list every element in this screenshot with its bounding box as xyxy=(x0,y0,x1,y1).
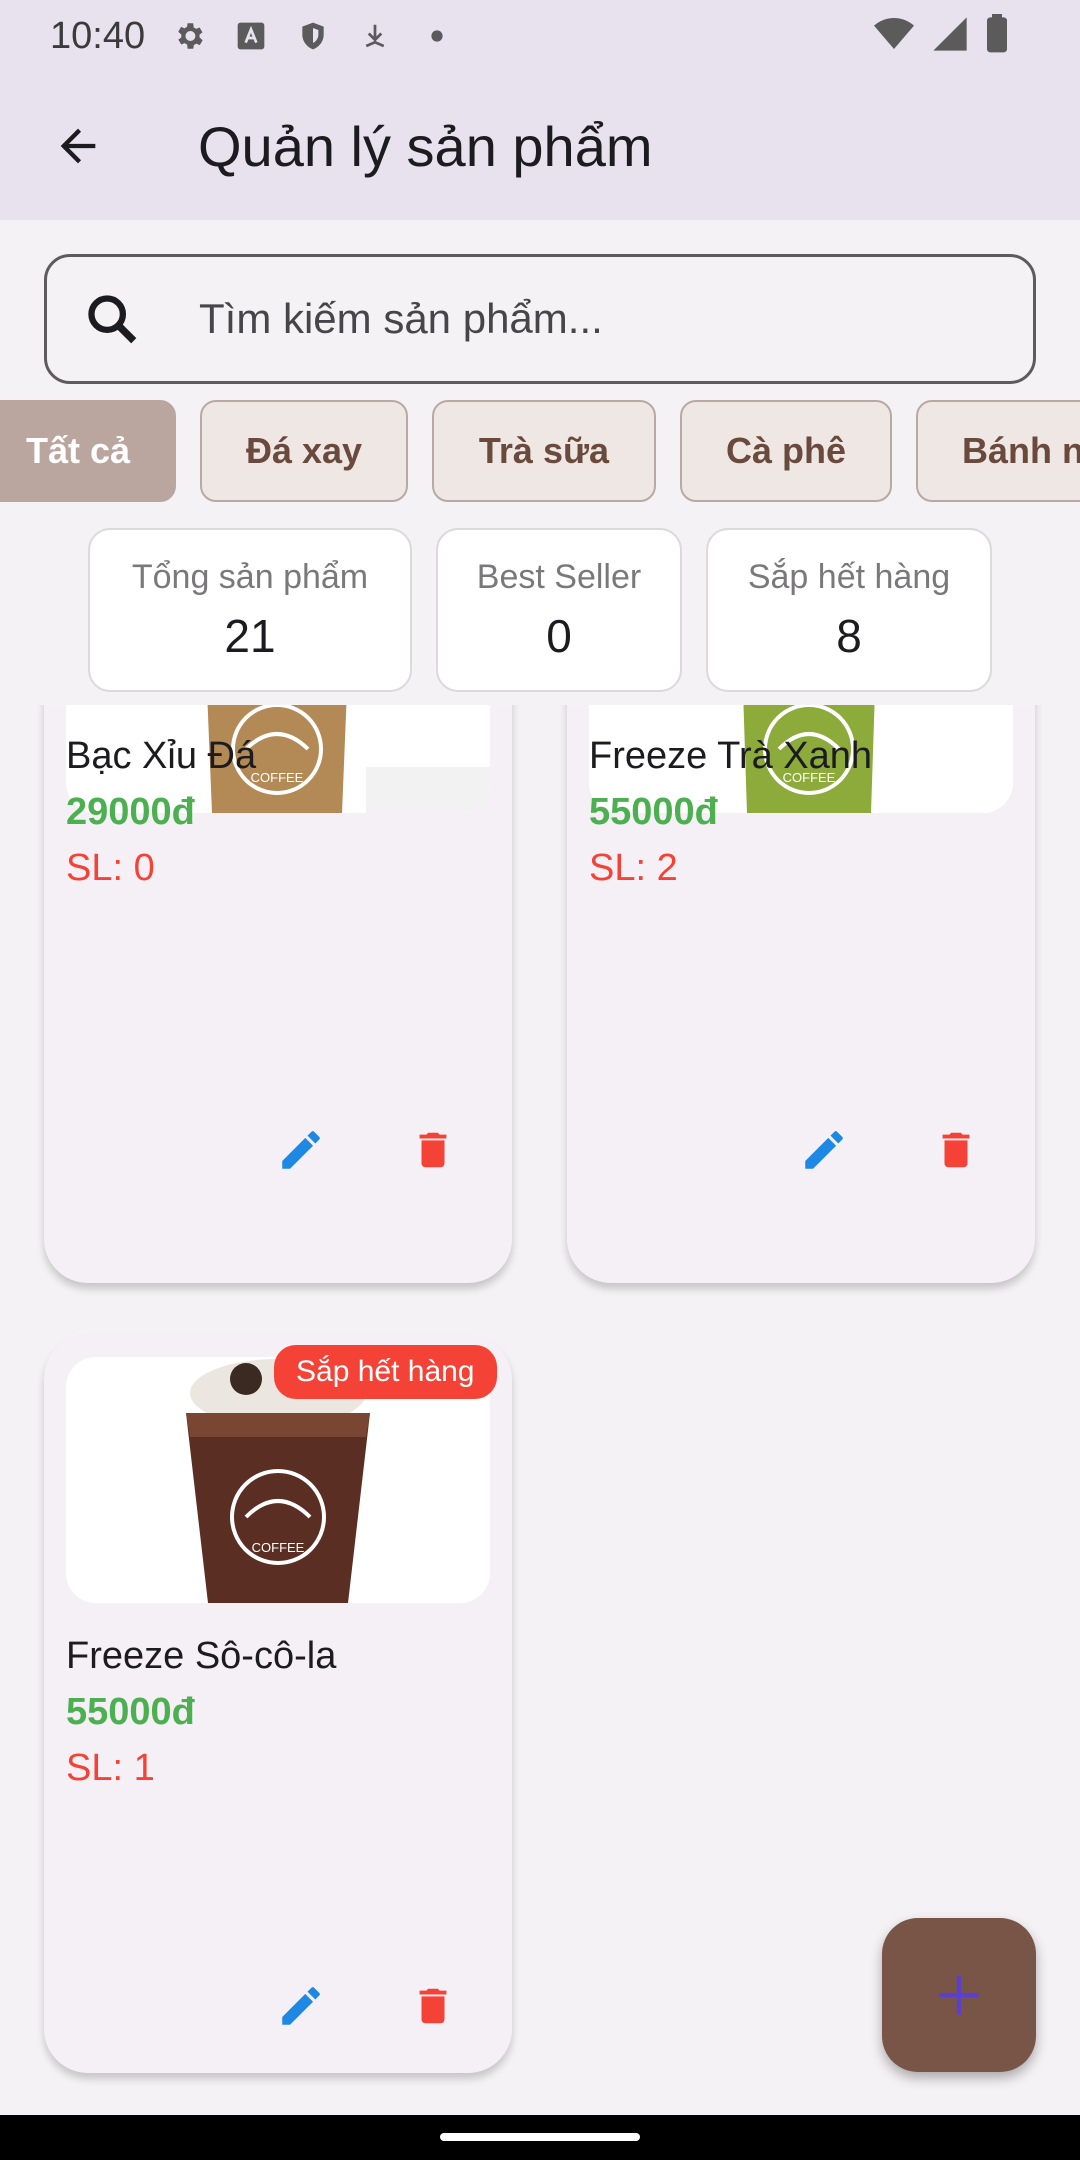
settings-icon xyxy=(171,18,207,54)
chip-da-xay[interactable]: Đá xay xyxy=(200,400,408,502)
delete-icon xyxy=(942,1132,970,1168)
product-name: Freeze Sô-cô-la xyxy=(66,1635,337,1677)
font-icon xyxy=(233,18,269,54)
delete-icon xyxy=(419,1132,447,1168)
stat-best-seller: Best Seller 0 xyxy=(436,528,682,692)
low-stock-badge: Sắp hết hàng xyxy=(274,1345,497,1399)
status-bar: 10:40 xyxy=(0,0,1080,72)
stat-label: Best Seller xyxy=(476,557,642,596)
chip-tra-sua[interactable]: Trà sữa xyxy=(432,400,656,502)
product-name: Bạc Xỉu Đá xyxy=(66,735,257,777)
edit-icon xyxy=(282,1131,320,1169)
battery-icon xyxy=(984,14,1010,64)
delete-button[interactable] xyxy=(921,1115,991,1185)
product-price: 55000đ xyxy=(66,1691,195,1733)
plus-icon xyxy=(939,1975,979,2015)
page-title: Quản lý sản phẩm xyxy=(198,114,653,178)
system-nav-bar xyxy=(0,2115,1080,2160)
dot-icon xyxy=(419,18,455,54)
svg-text:COFFEE: COFFEE xyxy=(251,770,304,785)
edit-button[interactable] xyxy=(266,1971,336,2041)
edit-icon xyxy=(282,1987,320,2025)
stat-value: 8 xyxy=(836,609,862,662)
arrow-back-icon xyxy=(60,128,96,164)
product-quantity: SL: 2 xyxy=(589,847,678,889)
status-time: 10:40 xyxy=(50,14,146,57)
chip-banh[interactable]: Bánh ng xyxy=(916,400,1080,502)
category-filter: Tất cả Đá xay Trà sữa Cà phê Bánh ng xyxy=(0,400,1080,504)
add-product-button[interactable] xyxy=(882,1918,1036,2072)
stat-label: Sắp hết hàng xyxy=(747,557,951,596)
stat-value: 21 xyxy=(224,609,276,662)
signal-icon xyxy=(930,14,970,64)
edit-button[interactable] xyxy=(266,1115,336,1185)
home-gesture-bar[interactable] xyxy=(440,2133,640,2141)
product-card[interactable]: COFFEE Bạc Xỉu Đá 29000đ SL: 0 xyxy=(44,705,512,1283)
delete-button[interactable] xyxy=(398,1971,468,2041)
svg-text:COFFEE: COFFEE xyxy=(252,1540,305,1555)
stat-value: 0 xyxy=(546,609,572,662)
delete-icon xyxy=(419,1988,447,2024)
wifi-icon xyxy=(872,14,916,64)
shield-icon xyxy=(295,18,331,54)
delete-button[interactable] xyxy=(398,1115,468,1185)
edit-icon xyxy=(805,1131,843,1169)
product-card[interactable]: COFFEE Sắp hết hàng Freeze Sô-cô-la 5500… xyxy=(44,1335,512,2073)
product-grid: COFFEE Bạc Xỉu Đá 29000đ SL: 0 COFFEE Fr… xyxy=(0,705,1080,2115)
back-button[interactable] xyxy=(28,96,128,196)
edit-button[interactable] xyxy=(789,1115,859,1185)
download-icon xyxy=(357,18,393,54)
stat-total-products: Tổng sản phẩm 21 xyxy=(88,528,412,692)
product-quantity: SL: 0 xyxy=(66,847,155,889)
chip-all[interactable]: Tất cả xyxy=(0,400,176,502)
product-card[interactable]: COFFEE Freeze Trà Xanh 55000đ SL: 2 xyxy=(567,705,1035,1283)
product-quantity: SL: 1 xyxy=(66,1747,155,1789)
stat-label: Tổng sản phẩm xyxy=(131,557,369,596)
search-icon xyxy=(83,290,153,348)
product-name: Freeze Trà Xanh xyxy=(589,735,873,777)
app-bar: Quản lý sản phẩm xyxy=(0,72,1080,220)
chip-ca-phe[interactable]: Cà phê xyxy=(680,400,892,502)
search-box[interactable] xyxy=(44,254,1036,384)
product-price: 29000đ xyxy=(66,791,195,833)
search-input[interactable] xyxy=(199,295,959,343)
stat-low-stock: Sắp hết hàng 8 xyxy=(706,528,992,692)
product-price: 55000đ xyxy=(589,791,718,833)
